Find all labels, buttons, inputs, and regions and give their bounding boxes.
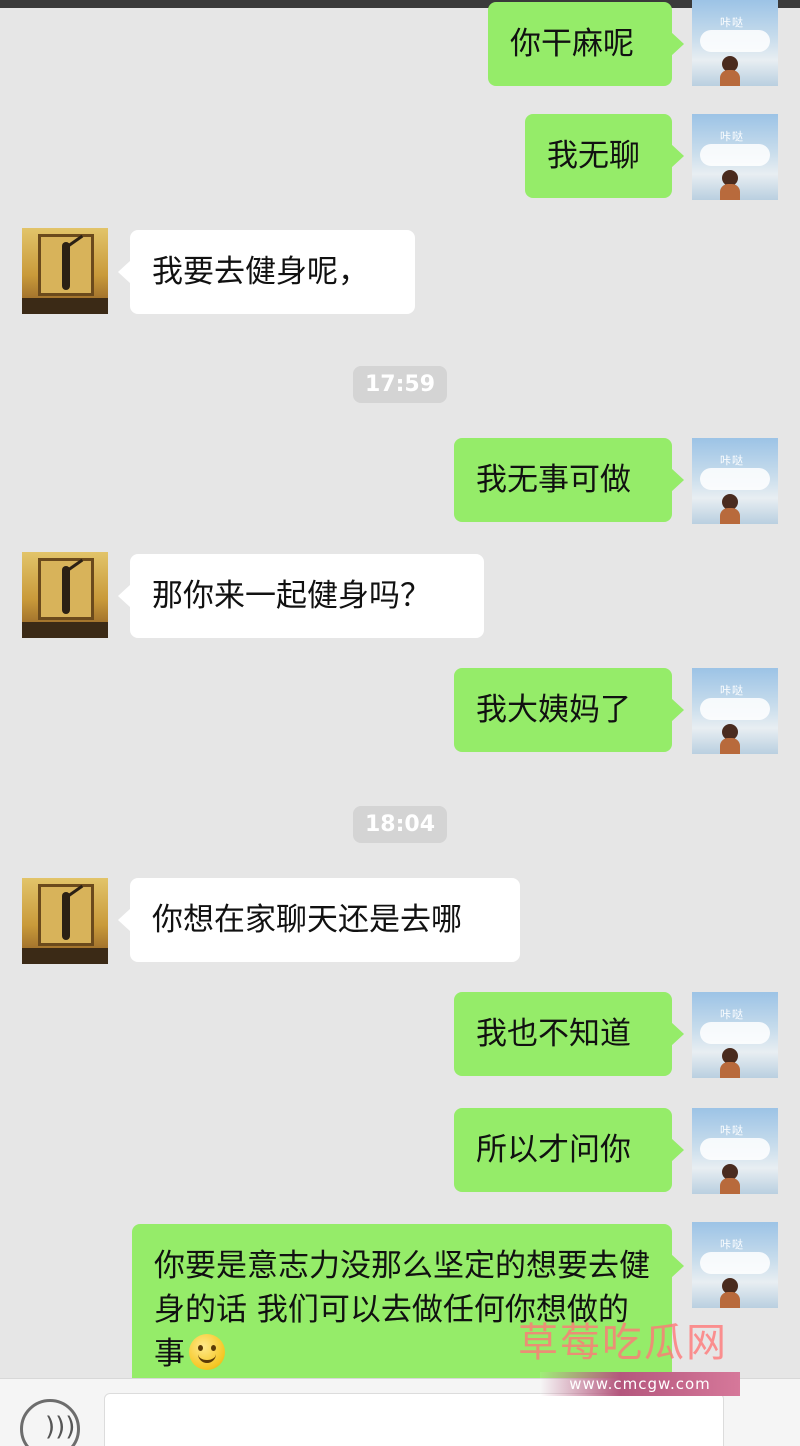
my-avatar[interactable]: 咔哒 (692, 114, 778, 200)
my-avatar[interactable]: 咔哒 (692, 438, 778, 524)
voice-input-button[interactable]: ))) (20, 1399, 80, 1446)
my-avatar[interactable]: 咔哒 (692, 992, 778, 1078)
message-bubble-sent[interactable]: 所以才问你 (454, 1108, 684, 1192)
watermark-title: 草莓吃瓜网 (518, 1320, 728, 1366)
message-bubble-sent[interactable]: 你干麻呢 (488, 2, 684, 86)
timestamp: 17:59 (352, 366, 448, 403)
contact-avatar[interactable] (22, 878, 108, 964)
chat-history[interactable]: 你干麻呢 咔哒 我无聊 咔哒 我要去健身呢， 17:59 我无事可做 咔哒 那你… (0, 0, 800, 1446)
contact-avatar[interactable] (22, 552, 108, 638)
timestamp: 18:04 (352, 806, 448, 843)
smile-emoji-icon (189, 1334, 225, 1370)
my-avatar[interactable]: 咔哒 (692, 1222, 778, 1308)
my-avatar[interactable]: 咔哒 (692, 0, 778, 86)
message-bubble-sent[interactable]: 我无聊 (525, 114, 684, 198)
voice-wave-icon: ))) (45, 1412, 76, 1442)
message-bubble-sent[interactable]: 我也不知道 (454, 992, 684, 1076)
my-avatar[interactable]: 咔哒 (692, 668, 778, 754)
message-bubble-sent[interactable]: 我无事可做 (454, 438, 684, 522)
contact-avatar[interactable] (22, 228, 108, 314)
message-bubble-sent[interactable]: 我大姨妈了 (454, 668, 684, 752)
watermark-url: www.cmcgw.com (540, 1372, 740, 1396)
message-bubble-received[interactable]: 那你来一起健身吗？ (118, 554, 484, 638)
my-avatar[interactable]: 咔哒 (692, 1108, 778, 1194)
message-input[interactable] (104, 1393, 724, 1446)
message-bubble-received[interactable]: 你想在家聊天还是去哪 (118, 878, 520, 962)
message-bubble-received[interactable]: 我要去健身呢， (118, 230, 415, 314)
